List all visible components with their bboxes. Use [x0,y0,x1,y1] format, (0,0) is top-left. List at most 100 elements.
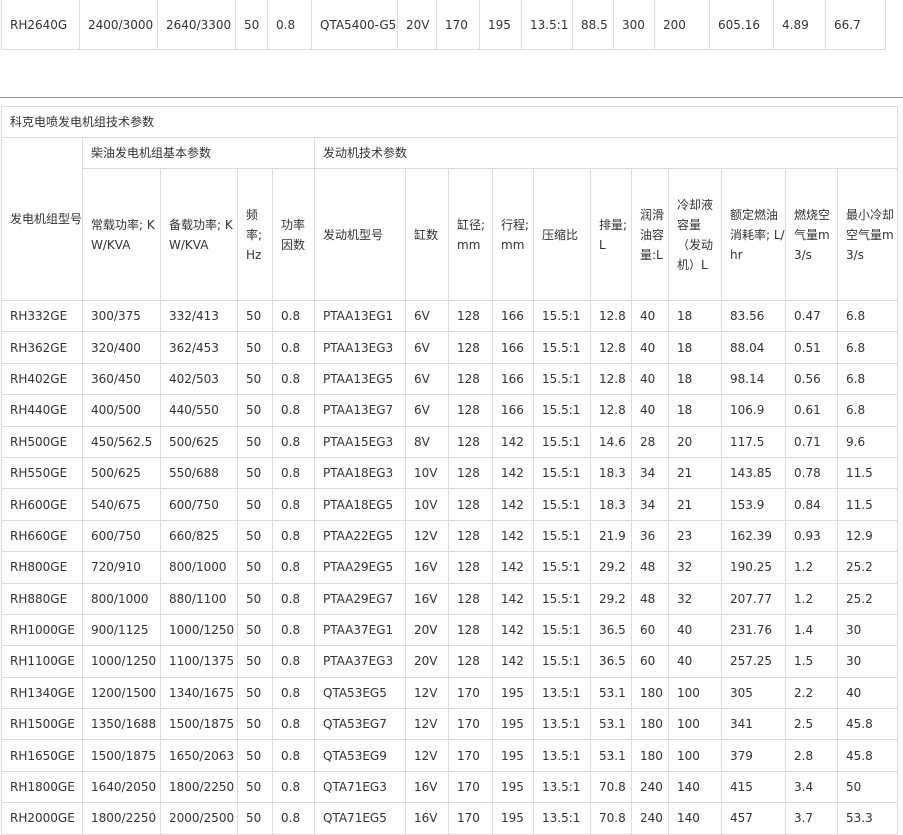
table-cell: 720/910 [82,551,161,584]
table-cell: 142 [492,488,534,521]
table-cell: 15.5:1 [533,551,591,584]
table-cell: 15.5:1 [533,519,591,553]
table-cell: 1800/2250 [82,802,161,835]
table-cell: 320/400 [82,331,161,364]
table-cell: 12V [405,739,449,772]
table-cell: 166 [492,394,534,427]
model-cell: RH1650GE [1,739,83,772]
table-cell: 600/750 [82,519,161,553]
table-cell: 0.8 [272,802,315,835]
table-cell: 50 [237,425,273,458]
table-cell: 13.5:1 [521,0,573,50]
table-cell: 40 [631,394,669,427]
table-cell: 88.5 [572,0,614,50]
table-cell: 50 [237,394,273,427]
table-row: RH332GE 300/375 332/413 50 0.8 PTAA13EG1 6V 128… [1,299,898,333]
table-cell: 14.6 [590,425,632,458]
table-cell: 153.9 [721,488,786,521]
table-cell: QTA5400-G5 [311,0,398,50]
table-cell: QTA71EG3 [314,770,406,804]
table-cell: 10V [405,456,449,490]
table-cell: 70.8 [590,770,632,804]
table-cell: 180 [631,676,669,710]
column-header: 行程; mm [492,168,534,301]
table-cell: 0.8 [272,394,315,427]
model-cell: RH402GE [1,362,83,396]
table-cell: 2.5 [785,708,838,741]
table-cell: 195 [492,676,534,710]
table-cell: 0.8 [272,582,315,615]
table-cell: 15.5:1 [533,613,591,647]
model-column-header: 发电机组型号 [1,137,83,301]
table-cell: 128 [448,519,493,553]
table-cell: 2640/3300 [157,0,236,50]
table-cell: 4.89 [773,0,826,50]
table-cell: 20V [397,0,437,50]
table-cell: PTAA13EG3 [314,331,406,364]
table-cell: 500/625 [160,425,238,458]
table-cell: 40 [631,362,669,396]
table-cell: 457 [721,802,786,835]
table-cell: 6V [405,394,449,427]
column-header: 发动机型号 [314,168,406,301]
table-cell: 18.3 [590,488,632,521]
table-cell: 142 [492,613,534,647]
table-cell: 34 [631,488,669,521]
column-header: 冷却液容量（发动机）L [668,168,722,301]
table-cell: 0.47 [785,299,838,333]
table-cell: 3.4 [785,770,838,804]
table-cell: PTAA15EG3 [314,425,406,458]
table-cell: 83.56 [721,299,786,333]
column-header: 排量; L [590,168,632,301]
table-cell: 15.5:1 [533,582,591,615]
table-cell: 100 [668,708,722,741]
table-cell: 50 [237,362,273,396]
table-cell: 332/413 [160,299,238,333]
table-cell: 29.2 [590,551,632,584]
spec-table: 科克电喷发电机组技术参数 发电机组型号 柴油发电机组基本参数 发动机技术参数 常… [1,106,898,835]
table-cell: PTAA18EG5 [314,488,406,521]
table-cell: 143.85 [721,456,786,490]
table-cell: 142 [492,645,534,678]
table-cell: 25.2 [837,551,898,584]
table-cell: 1650/2063 [160,739,238,772]
table-cell: 128 [448,394,493,427]
table-cell: 800/1000 [160,551,238,584]
table-cell: 50 [237,613,273,647]
column-header-row: 常载功率; KW/KVA 备载功率; KW/KVA 频率; Hz 功率因数 发动机型号缸… [2,168,898,301]
table-cell: 13.5:1 [533,802,591,835]
table-cell: 170 [448,770,493,804]
column-header: 润滑油容量:L [631,168,669,301]
table-cell: 15.5:1 [533,394,591,427]
column-header: 常载功率; KW/KVA [82,168,161,301]
table-cell: 660/825 [160,519,238,553]
table-cell: 100 [668,739,722,772]
model-cell: RH440GE [1,394,83,427]
table-cell: 53.3 [837,802,898,835]
table-cell: 30 [837,613,898,647]
table-cell: 0.56 [785,362,838,396]
table-cell: 0.8 [272,708,315,741]
table-row: RH500GE 450/562.5 500/625 50 0.8 PTAA15EG3 8V 1… [1,425,898,458]
table-cell: 50 [237,331,273,364]
table-cell: 128 [448,613,493,647]
table-cell: 231.76 [721,613,786,647]
table-cell: 170 [436,0,480,50]
table-cell: 23 [668,519,722,553]
table-cell: 2.2 [785,676,838,710]
table-cell: 50 [237,739,273,772]
table-cell: 50 [237,456,273,490]
model-cell: RH1340GE [1,676,83,710]
genset-group-header: 柴油发电机组基本参数 [82,137,315,169]
table-cell: 415 [721,770,786,804]
column-header: 燃烧空气量m3/s [785,168,838,301]
table-cell: 128 [448,645,493,678]
table-cell: 550/688 [160,456,238,490]
table-cell: 128 [448,331,493,364]
table-cell: 48 [631,582,669,615]
table-cell: 142 [492,551,534,584]
table-cell: PTAA18EG3 [314,456,406,490]
table-cell: 12.8 [590,394,632,427]
table-cell: 140 [668,770,722,804]
model-cell: RH600GE [1,488,83,521]
